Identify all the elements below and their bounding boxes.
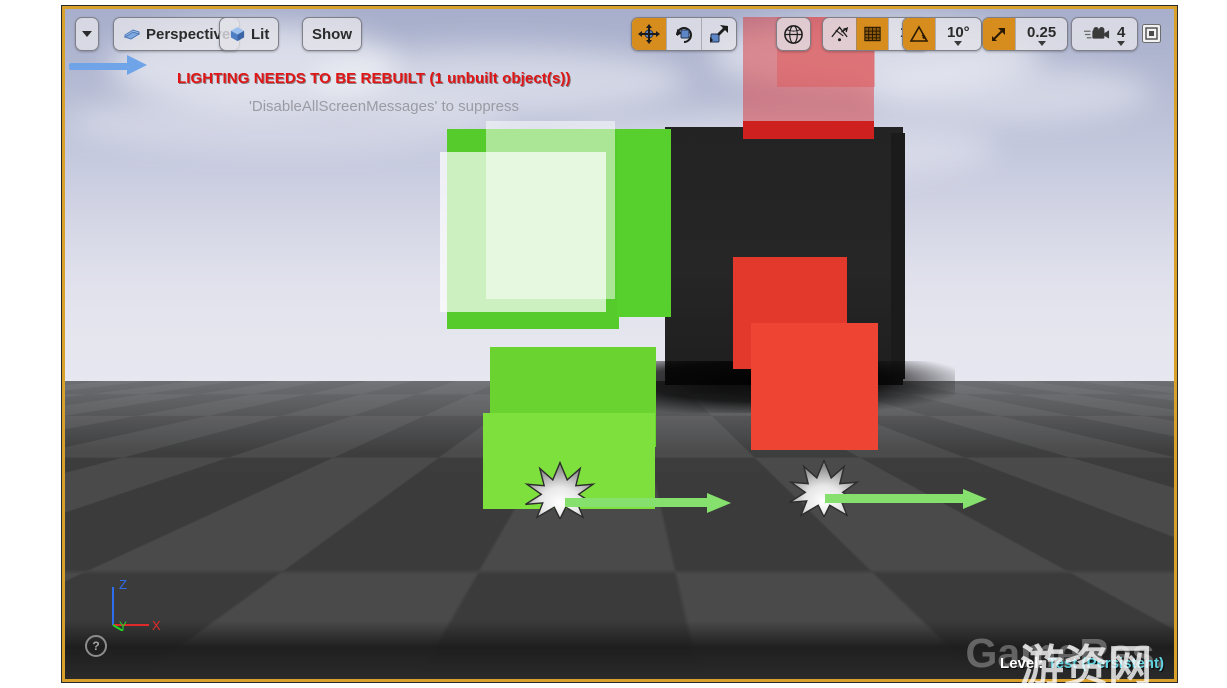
level-viewport[interactable]: LIGHTING NEEDS TO BE REBUILT (1 unbuilt … xyxy=(65,9,1174,679)
lit-cube-icon xyxy=(229,26,246,43)
chevron-down-icon xyxy=(1038,41,1046,46)
axis-orientation-gizmo: Z X Y xyxy=(97,573,167,631)
grid-snap-button[interactable] xyxy=(856,18,888,50)
axis-label-x: X xyxy=(152,618,161,631)
direction-arrow-gizmo xyxy=(825,492,987,505)
impact-starburst-icon xyxy=(788,459,860,517)
direction-arrow-gizmo xyxy=(565,496,731,509)
world-globe-icon xyxy=(783,24,804,45)
translate-move-icon xyxy=(638,24,660,44)
show-menu-group: Show xyxy=(302,17,362,51)
arrow-head xyxy=(707,493,731,513)
scale-tool-button[interactable] xyxy=(701,18,736,50)
view-mode-label: Lit xyxy=(251,26,269,43)
arrow-shaft xyxy=(825,494,965,503)
rotation-snap-group: 10° xyxy=(902,17,982,51)
surface-snap-button[interactable] xyxy=(823,18,856,50)
coordinate-system-group xyxy=(776,17,811,51)
debug-box-translucent-b[interactable] xyxy=(486,121,615,299)
debug-box-green-tall-right[interactable] xyxy=(617,129,671,317)
viewport-options-group xyxy=(75,17,99,51)
rotation-snap-value-button[interactable]: 10° xyxy=(935,18,981,50)
level-name-value: Test (Persistent) xyxy=(1048,655,1164,672)
cloud-shape xyxy=(863,62,1151,122)
dark-wall-side-face xyxy=(891,133,905,379)
axis-label-y: Y xyxy=(119,619,127,631)
current-level-indicator: Level: Test (Persistent) xyxy=(1000,655,1164,672)
grid-snap-icon xyxy=(863,25,882,43)
lighting-mode-group: Lit xyxy=(219,17,279,51)
viewport-help-button[interactable]: ? xyxy=(85,635,107,657)
coordinate-system-button[interactable] xyxy=(777,18,810,50)
scale-snap-button[interactable] xyxy=(983,18,1015,50)
surface-snap-icon xyxy=(829,24,850,44)
camera-speed-group: 4 xyxy=(1071,17,1138,51)
translate-tool-button[interactable] xyxy=(632,18,666,50)
scale-snap-value-button[interactable]: 0.25 xyxy=(1015,18,1067,50)
rotation-snap-value: 10° xyxy=(947,25,970,40)
rotate-icon xyxy=(673,24,695,44)
chevron-down-icon xyxy=(1117,41,1125,46)
show-menu-label: Show xyxy=(312,26,352,43)
lighting-rebuild-warning: LIGHTING NEEDS TO BE REBUILT (1 unbuilt … xyxy=(177,70,571,87)
rotate-tool-button[interactable] xyxy=(666,18,701,50)
angle-snap-icon xyxy=(909,25,929,44)
help-glyph: ? xyxy=(92,639,99,653)
impact-starburst-icon xyxy=(524,461,596,519)
debug-box-red-front[interactable] xyxy=(751,323,878,450)
arrow-head xyxy=(963,489,987,509)
rotation-snap-button[interactable] xyxy=(903,18,935,50)
maximize-viewport-button[interactable] xyxy=(1142,24,1161,43)
chevron-down-icon xyxy=(82,31,92,37)
perspective-camera-icon xyxy=(123,26,141,42)
transform-tools-group xyxy=(631,17,737,51)
scale-snap-group: 0.25 xyxy=(982,17,1068,51)
editor-viewport-frame: LIGHTING NEEDS TO BE REBUILT (1 unbuilt … xyxy=(62,6,1177,682)
camera-speed-value: 4 xyxy=(1117,25,1125,40)
camera-speed-icon xyxy=(1084,26,1110,42)
view-mode-button[interactable]: Lit xyxy=(220,18,278,50)
viewport-options-button[interactable] xyxy=(76,18,98,50)
show-menu-button[interactable]: Show xyxy=(303,18,361,50)
camera-mode-label: Perspective xyxy=(146,26,230,43)
level-key-label: Level: xyxy=(1000,655,1043,672)
camera-speed-button[interactable]: 4 xyxy=(1072,18,1137,50)
maximize-viewport-icon xyxy=(1142,24,1161,43)
axis-label-z: Z xyxy=(119,577,127,592)
annotation-pointer-head xyxy=(127,55,147,75)
screenshot-root: LIGHTING NEEDS TO BE REBUILT (1 unbuilt … xyxy=(0,0,1227,688)
scale-snap-icon xyxy=(989,25,1009,44)
scale-snap-value: 0.25 xyxy=(1027,25,1056,40)
chevron-down-icon xyxy=(954,41,962,46)
debug-box-red-cap xyxy=(743,121,874,139)
scale-icon xyxy=(708,24,730,44)
annotation-pointer-bar xyxy=(69,63,135,70)
suppress-hint-text: 'DisableAllScreenMessages' to suppress xyxy=(249,98,519,115)
arrow-shaft xyxy=(565,498,709,507)
